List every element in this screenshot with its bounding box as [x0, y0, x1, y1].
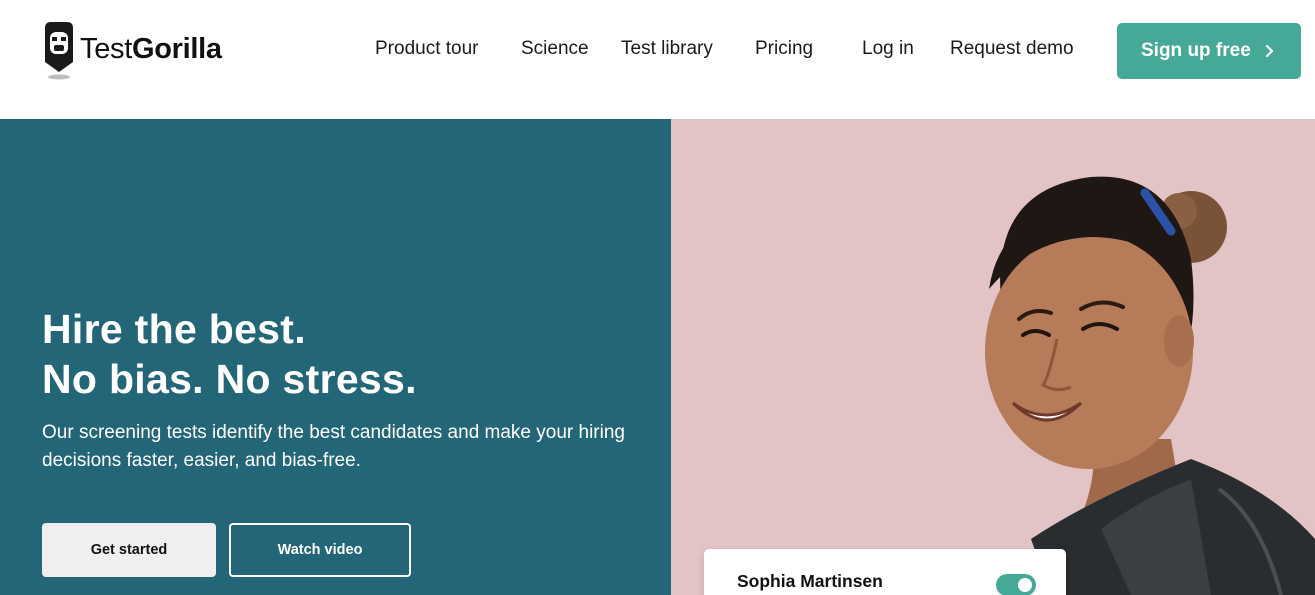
candidate-card: Sophia Martinsen [704, 549, 1066, 595]
nav-science[interactable]: Science [521, 38, 589, 60]
hero-image-panel [671, 119, 1315, 595]
hero-headline-line-1: Hire the best. [42, 306, 306, 352]
nav-request-demo[interactable]: Request demo [950, 38, 1074, 60]
smiling-candidate-portrait [985, 176, 1315, 595]
gorilla-head-pin-icon [42, 20, 76, 82]
get-started-button[interactable]: Get started [42, 523, 216, 577]
testgorilla-logo[interactable]: TestGorilla [42, 20, 222, 82]
candidate-name: Sophia Martinsen [737, 571, 883, 591]
hero-subtext: Our screening tests identify the best ca… [42, 422, 625, 471]
hero-headline: Hire the best. No bias. No stress. [42, 304, 417, 404]
sign-up-free-button[interactable]: Sign up free [1117, 23, 1301, 79]
toggle-knob [1018, 578, 1032, 592]
nav-pricing[interactable]: Pricing [755, 38, 813, 60]
sign-up-free-label: Sign up free [1141, 40, 1251, 61]
site-header: TestGorilla Product tour Science Test li… [0, 0, 1315, 119]
watch-video-button[interactable]: Watch video [229, 523, 411, 577]
nav-test-library[interactable]: Test library [621, 38, 713, 60]
hero-headline-line-2: No bias. No stress. [42, 356, 417, 402]
chevron-right-icon [1261, 41, 1279, 61]
logo-wordmark: TestGorilla [80, 32, 222, 65]
candidate-toggle[interactable] [996, 574, 1036, 595]
nav-product-tour[interactable]: Product tour [375, 38, 479, 60]
nav-log-in[interactable]: Log in [862, 38, 914, 60]
